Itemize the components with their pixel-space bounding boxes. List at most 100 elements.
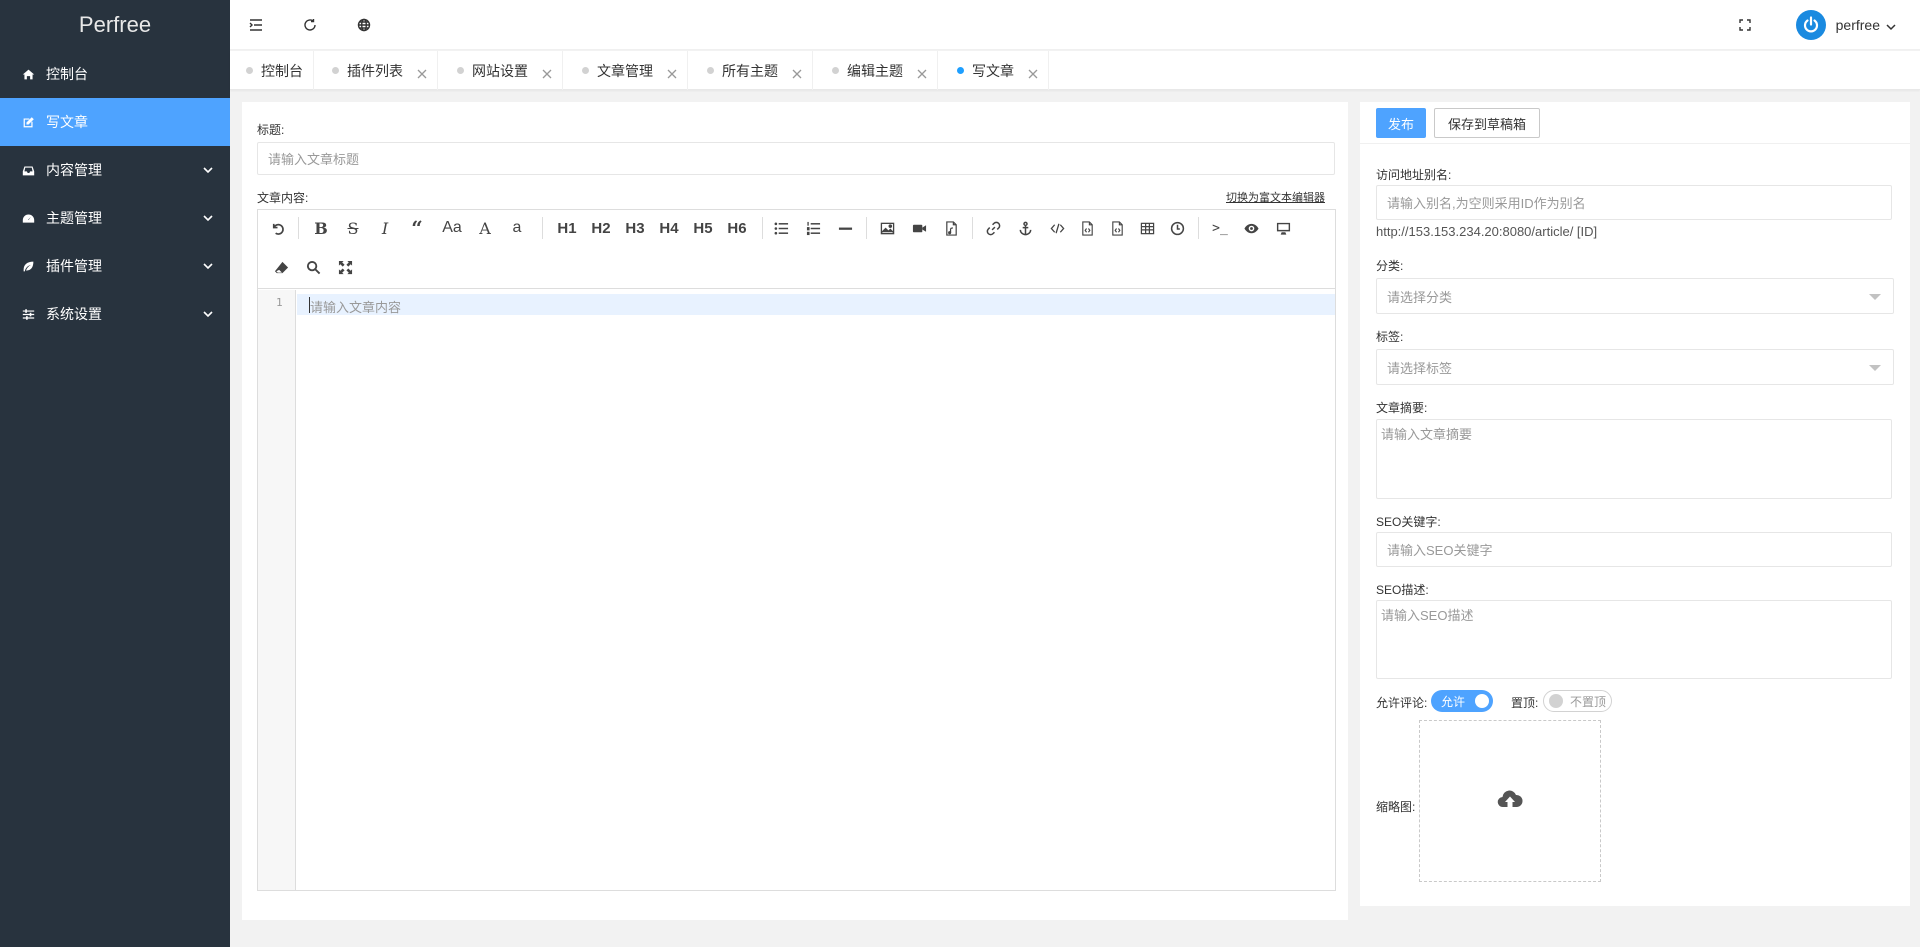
category-placeholder: 请选择分类 xyxy=(1387,289,1453,305)
close-icon[interactable] xyxy=(1028,66,1038,78)
tab-article-management[interactable]: 文章管理 xyxy=(566,51,688,90)
tab-dot xyxy=(832,67,839,74)
uppercase-icon[interactable]: A xyxy=(476,216,494,240)
chevron-down-icon xyxy=(1886,20,1896,31)
sidebar-item-settings[interactable]: 系统设置 xyxy=(0,290,230,338)
sidebar-item-plugins[interactable]: 插件管理 xyxy=(0,242,230,290)
menu-toggle-icon[interactable] xyxy=(248,17,264,33)
link-icon[interactable] xyxy=(984,216,1002,240)
alias-label: 访问地址别名: xyxy=(1376,168,1452,182)
tab-site-settings[interactable]: 网站设置 xyxy=(441,51,563,90)
chevron-down-icon xyxy=(202,307,214,319)
sidebar-item-write-article[interactable]: 写文章 xyxy=(0,98,230,146)
switch-rich-editor-link[interactable]: 切换为富文本编辑器 xyxy=(1226,189,1325,205)
video-icon[interactable] xyxy=(910,216,928,240)
expand-icon[interactable] xyxy=(336,255,354,279)
bold-icon[interactable]: B xyxy=(312,216,330,240)
heading-6-button[interactable]: H6 xyxy=(724,216,750,240)
tag-select[interactable]: 请选择标签 xyxy=(1376,349,1894,385)
markdown-editor: B S I “ Aa A a H1 H2 H3 H4 H5 H6 >_ 1 请输… xyxy=(257,209,1336,891)
publish-button[interactable]: 发布 xyxy=(1376,108,1426,138)
search-icon[interactable] xyxy=(304,255,322,279)
close-icon[interactable] xyxy=(417,66,427,78)
fullscreen-preview-icon[interactable] xyxy=(1274,216,1292,240)
title-input[interactable]: 请输入文章标题 xyxy=(257,142,1335,175)
alias-input[interactable]: 请输入别名,为空则采用ID作为别名 xyxy=(1376,185,1892,220)
seo-keywords-label: SEO关键字: xyxy=(1376,515,1441,529)
sidebar-item-label: 主题管理 xyxy=(46,210,102,226)
summary-textarea[interactable]: 请输入文章摘要 xyxy=(1376,419,1892,499)
code-icon[interactable] xyxy=(1048,216,1066,240)
tab-label: 编辑主题 xyxy=(847,62,903,79)
refresh-icon[interactable] xyxy=(302,17,318,33)
summary-placeholder: 请输入文章摘要 xyxy=(1381,427,1473,442)
table-icon[interactable] xyxy=(1138,216,1156,240)
seo-keywords-input[interactable]: 请输入SEO关键字 xyxy=(1376,532,1892,567)
divider xyxy=(1360,143,1910,144)
thumbnail-upload[interactable] xyxy=(1419,720,1601,882)
tab-label: 文章管理 xyxy=(597,62,653,79)
allow-comment-switch[interactable]: 允许 xyxy=(1431,690,1493,712)
fullscreen-icon[interactable] xyxy=(1737,17,1753,33)
sidebar: Perfree 控制台 写文章 内容管理 主题管理 插件管理 系统设置 xyxy=(0,0,230,947)
tab-dashboard[interactable]: 控制台 xyxy=(230,51,314,90)
pre-code-icon[interactable] xyxy=(1108,216,1126,240)
italic-icon[interactable]: I xyxy=(376,216,394,240)
home-icon xyxy=(20,68,36,81)
eraser-icon[interactable] xyxy=(272,255,290,279)
leaf-icon xyxy=(20,260,36,273)
active-line-highlight xyxy=(297,294,1335,315)
close-icon[interactable] xyxy=(917,66,927,78)
switch-knob xyxy=(1475,694,1489,708)
content-label: 文章内容: xyxy=(257,191,309,205)
anchor-icon[interactable] xyxy=(1016,216,1034,240)
tab-plugin-list[interactable]: 插件列表 xyxy=(316,51,438,90)
heading-3-button[interactable]: H3 xyxy=(622,216,648,240)
unordered-list-icon[interactable] xyxy=(772,216,790,240)
audio-file-icon[interactable] xyxy=(942,216,960,240)
heading-1-button[interactable]: H1 xyxy=(554,216,580,240)
terminal-icon[interactable]: >_ xyxy=(1210,216,1230,240)
line-gutter: 1 xyxy=(258,290,296,890)
tab-label: 所有主题 xyxy=(722,62,778,79)
lowercase-icon[interactable]: a xyxy=(508,216,526,240)
datetime-icon[interactable] xyxy=(1168,216,1186,240)
seo-keywords-placeholder: 请输入SEO关键字 xyxy=(1387,543,1493,558)
undo-icon[interactable] xyxy=(268,216,286,240)
dashboard-icon xyxy=(20,212,36,225)
user-menu[interactable]: perfree xyxy=(1795,10,1896,40)
quote-icon[interactable]: “ xyxy=(406,216,428,240)
image-icon[interactable] xyxy=(878,216,896,240)
heading-2-button[interactable]: H2 xyxy=(588,216,614,240)
close-icon[interactable] xyxy=(667,66,677,78)
article-url-preview: http://153.153.234.20:8080/article/ [ID] xyxy=(1376,224,1598,239)
sidebar-item-content[interactable]: 内容管理 xyxy=(0,146,230,194)
close-icon[interactable] xyxy=(542,66,552,78)
save-draft-button[interactable]: 保存到草稿箱 xyxy=(1434,108,1540,138)
pin-top-switch[interactable]: 不置顶 xyxy=(1543,690,1612,712)
sidebar-item-themes[interactable]: 主题管理 xyxy=(0,194,230,242)
tab-all-themes[interactable]: 所有主题 xyxy=(691,51,813,90)
horizontal-rule-icon[interactable] xyxy=(836,216,854,240)
heading-5-button[interactable]: H5 xyxy=(690,216,716,240)
editor-placeholder[interactable]: 请输入文章内容 xyxy=(310,297,401,316)
tab-edit-theme[interactable]: 编辑主题 xyxy=(816,51,938,90)
uppercase-first-icon[interactable]: Aa xyxy=(438,216,466,240)
close-icon[interactable] xyxy=(792,66,802,78)
tab-write-article[interactable]: 写文章 xyxy=(941,51,1049,90)
chevron-down-icon xyxy=(202,163,214,175)
heading-4-button[interactable]: H4 xyxy=(656,216,682,240)
sidebar-item-label: 控制台 xyxy=(46,66,88,82)
strikethrough-icon[interactable]: S xyxy=(344,216,362,240)
preview-eye-icon[interactable] xyxy=(1242,216,1260,240)
tab-dot xyxy=(582,67,589,74)
ordered-list-icon[interactable] xyxy=(804,216,822,240)
power-avatar-icon xyxy=(1795,10,1826,40)
tag-placeholder: 请选择标签 xyxy=(1387,360,1453,376)
brand-logo[interactable]: Perfree xyxy=(0,0,230,50)
code-block-icon[interactable] xyxy=(1078,216,1096,240)
globe-icon[interactable] xyxy=(356,17,372,33)
seo-description-textarea[interactable]: 请输入SEO描述 xyxy=(1376,600,1892,679)
sidebar-item-dashboard[interactable]: 控制台 xyxy=(0,50,230,98)
category-select[interactable]: 请选择分类 xyxy=(1376,278,1894,314)
